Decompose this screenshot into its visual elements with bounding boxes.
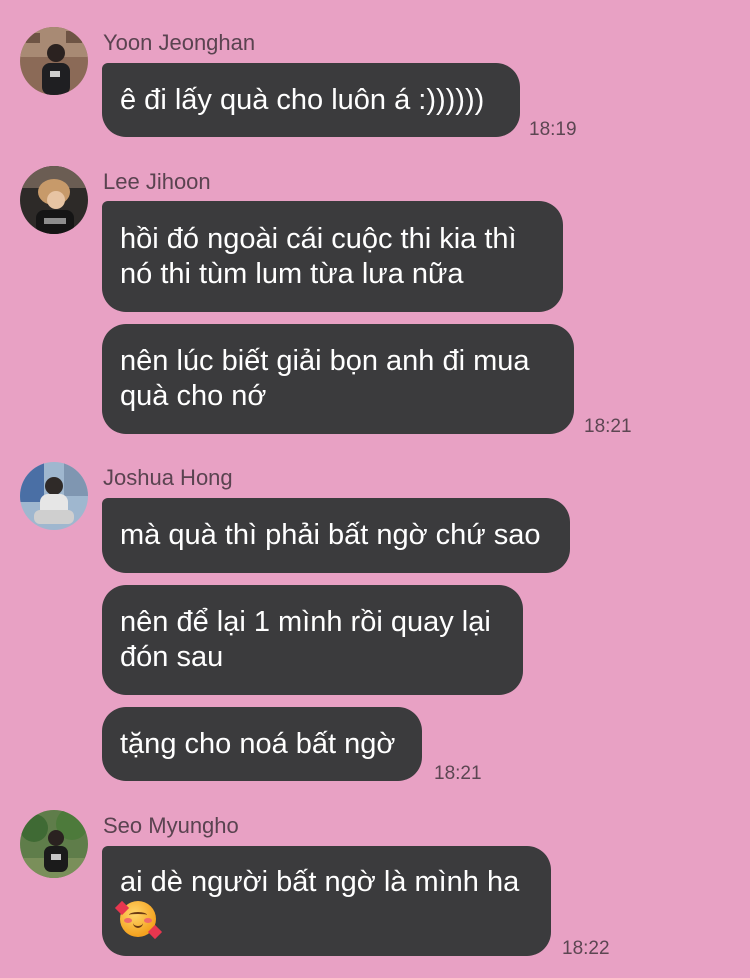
message-bubble[interactable]: ai dè người bất ngờ là mình ha — [102, 846, 551, 956]
avatar[interactable] — [20, 810, 88, 878]
sender-name: Lee Jihoon — [103, 169, 211, 194]
message-bubble[interactable]: mà quà thì phải bất ngờ chứ sao — [102, 498, 570, 573]
message-timestamp: 18:21 — [584, 416, 632, 437]
message-bubble[interactable]: nên để lại 1 mình rồi quay lại đón sau — [102, 585, 523, 695]
message-bubble[interactable]: nên lúc biết giải bọn anh đi mua quà cho… — [102, 324, 574, 434]
avatar[interactable] — [20, 166, 88, 234]
message-timestamp: 18:21 — [434, 763, 482, 784]
avatar[interactable] — [20, 27, 88, 95]
message-text: nên lúc biết giải bọn anh đi mua quà cho… — [120, 345, 530, 412]
message-text: ai dè người bất ngờ là mình ha — [114, 865, 520, 939]
message-text: ê đi lấy quà cho luôn á :)))))) — [120, 83, 485, 116]
message-text: hồi đó ngoài cái cuộc thi kia thì nó thi… — [120, 222, 517, 290]
message-text: nên để lại 1 mình rồi quay lại đón sau — [120, 606, 491, 673]
message-timestamp: 18:19 — [529, 119, 577, 140]
message-bubble[interactable]: ê đi lấy quà cho luôn á :)))))) — [102, 63, 520, 137]
message-bubble[interactable]: hồi đó ngoài cái cuộc thi kia thì nó thi… — [102, 201, 563, 312]
sender-name: Seo Myungho — [103, 813, 239, 838]
message-timestamp: 18:22 — [562, 938, 610, 959]
smiling-face-with-hearts-icon — [114, 900, 163, 939]
message-text: tặng cho noá bất ngờ — [120, 727, 396, 760]
sender-name: Yoon Jeonghan — [103, 30, 256, 55]
message-bubble[interactable]: tặng cho noá bất ngờ — [102, 707, 422, 781]
sender-name: Joshua Hong — [103, 465, 233, 490]
avatar[interactable] — [20, 462, 88, 530]
message-text-content: ai dè người bất ngờ là mình ha — [120, 866, 520, 899]
message-text: mà quà thì phải bất ngờ chứ sao — [120, 519, 541, 551]
